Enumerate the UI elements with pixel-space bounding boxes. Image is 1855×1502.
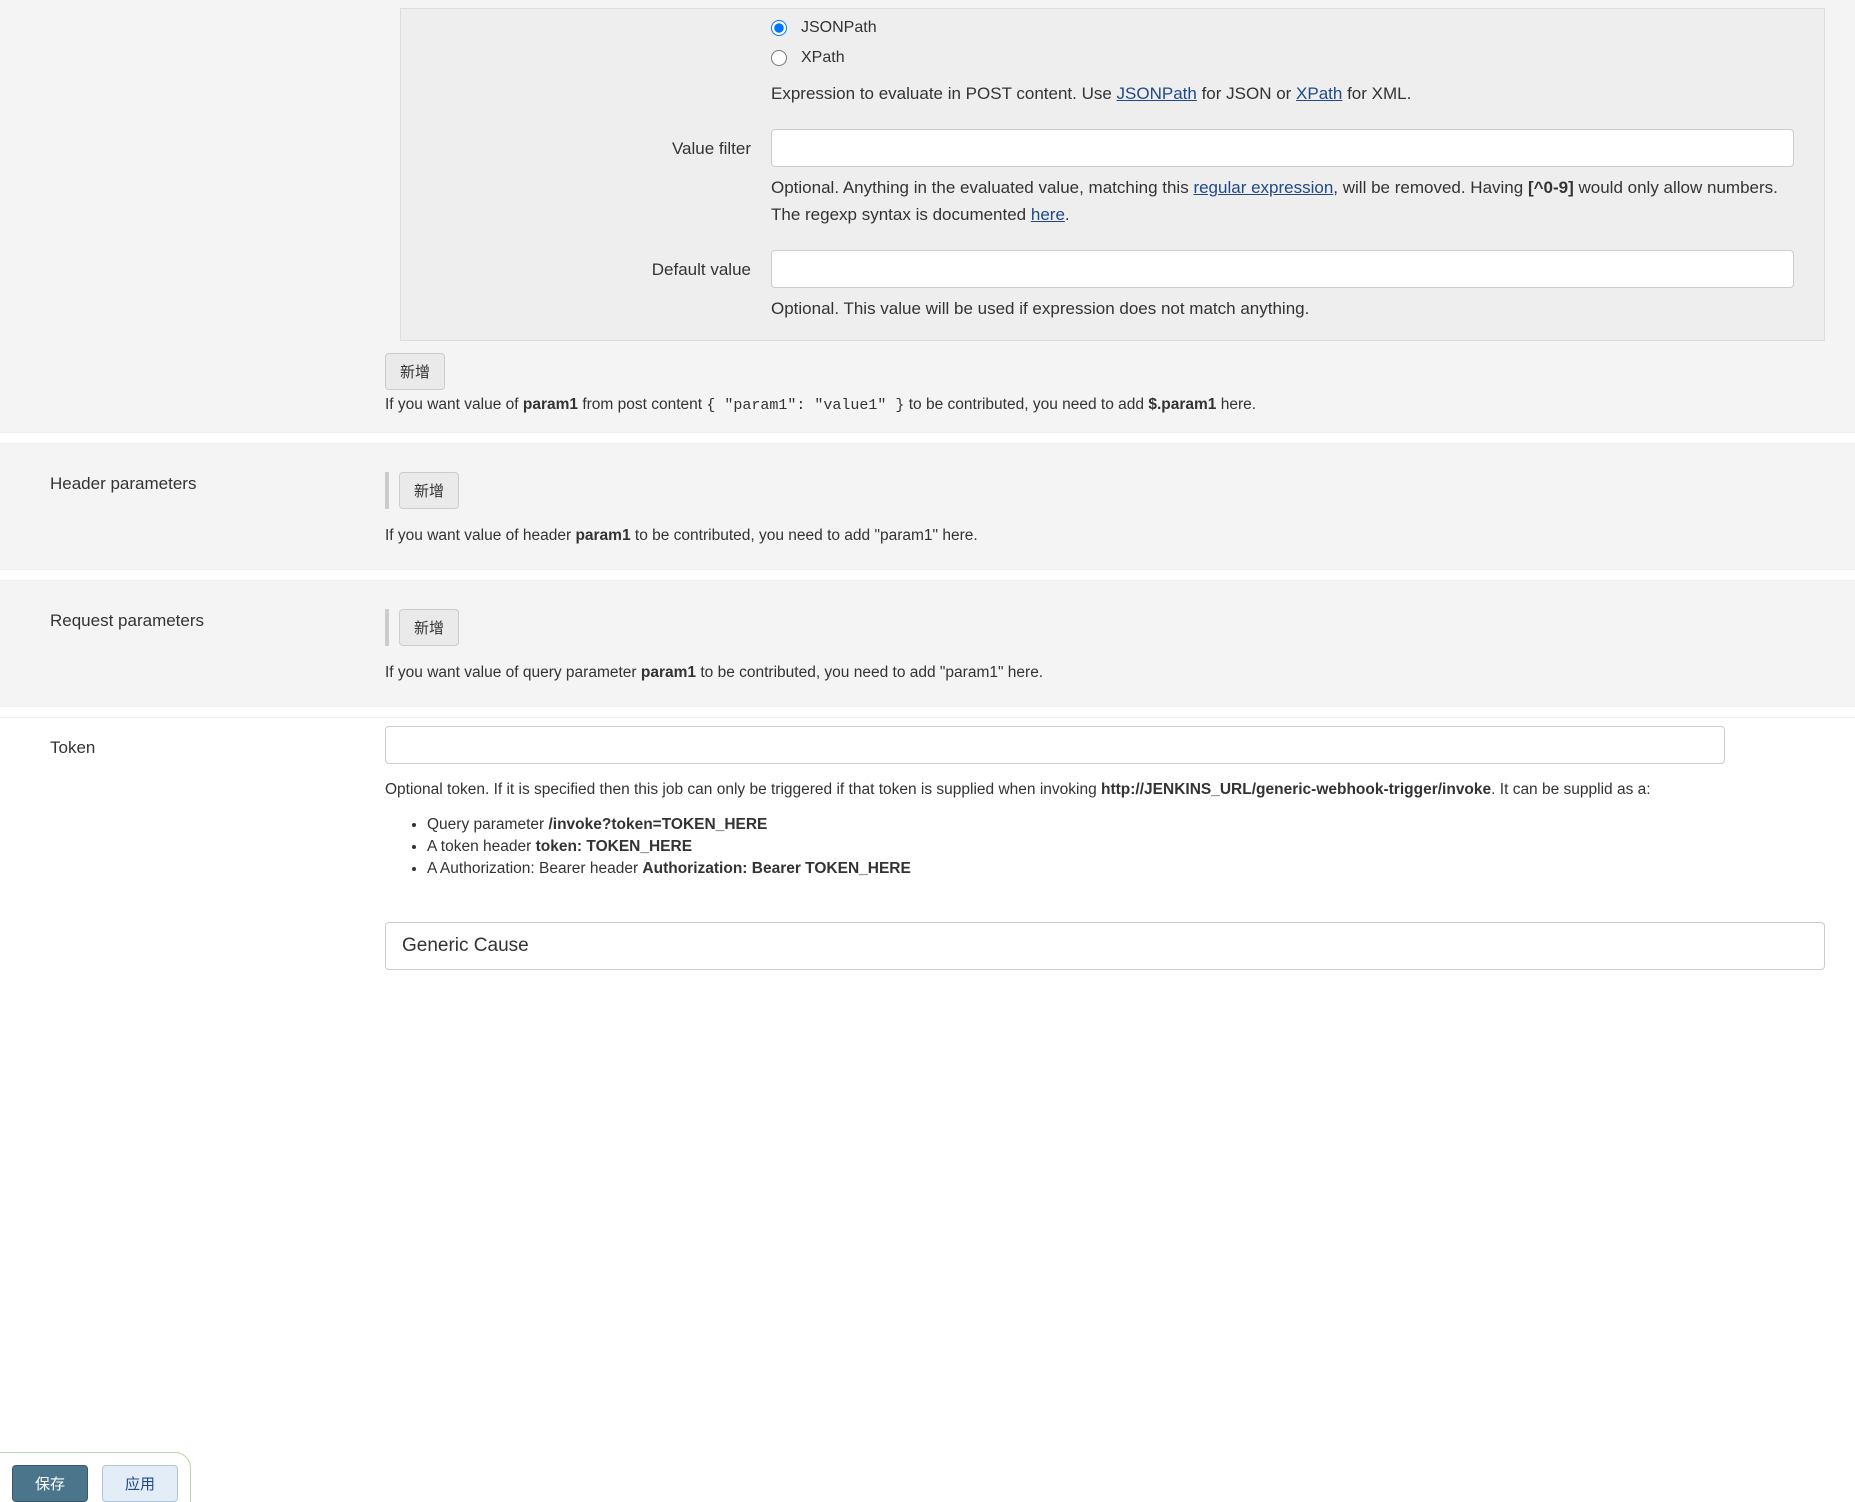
post-param-hint: If you want value of param1 from post co… — [385, 390, 1825, 424]
header-param-hint: If you want value of header param1 to be… — [385, 521, 1825, 555]
xpath-radio[interactable] — [771, 50, 787, 66]
xpath-radio-label: XPath — [801, 49, 845, 67]
regex-doc-link[interactable]: here — [1031, 205, 1065, 224]
xpath-link[interactable]: XPath — [1296, 84, 1342, 103]
sticky-save-bar: 保存 应用 — [0, 1452, 191, 1502]
post-content-param-panel: JSONPath XPath Expression to evaluate in… — [400, 8, 1825, 341]
default-value-label: Default value — [401, 250, 771, 336]
expression-help: Expression to evaluate in POST content. … — [771, 73, 1794, 121]
jsonpath-link[interactable]: JSONPath — [1117, 84, 1197, 103]
token-methods-list: Query parameter /invoke?token=TOKEN_HERE… — [385, 808, 1825, 894]
default-value-help: Optional. This value will be used if exp… — [771, 288, 1794, 336]
list-item: A Authorization: Bearer header Authoriza… — [427, 858, 1825, 880]
value-filter-label: Value filter — [401, 129, 771, 242]
token-input[interactable] — [385, 726, 1725, 764]
token-help: Optional token. If it is specified then … — [385, 764, 1825, 808]
jsonpath-radio[interactable] — [771, 20, 787, 36]
list-item: Query parameter /invoke?token=TOKEN_HERE — [427, 814, 1825, 836]
value-filter-input[interactable] — [771, 129, 1794, 167]
apply-button[interactable]: 应用 — [102, 1465, 178, 1502]
request-param-hint: If you want value of query parameter par… — [385, 658, 1825, 692]
request-parameters-label: Request parameters — [0, 599, 385, 692]
jsonpath-radio-label: JSONPath — [801, 19, 877, 37]
value-filter-help: Optional. Anything in the evaluated valu… — [771, 167, 1794, 242]
header-parameters-label: Header parameters — [0, 462, 385, 555]
token-label: Token — [0, 726, 385, 894]
list-item: A token header token: TOKEN_HERE — [427, 836, 1825, 858]
add-request-param-button[interactable]: 新增 — [399, 609, 459, 646]
generic-cause-section-title: Generic Cause — [385, 922, 1825, 970]
default-value-input[interactable] — [771, 250, 1794, 288]
save-button[interactable]: 保存 — [12, 1465, 88, 1502]
regex-link[interactable]: regular expression — [1193, 178, 1333, 197]
add-header-param-button[interactable]: 新增 — [399, 472, 459, 509]
add-post-param-button[interactable]: 新增 — [385, 353, 445, 390]
